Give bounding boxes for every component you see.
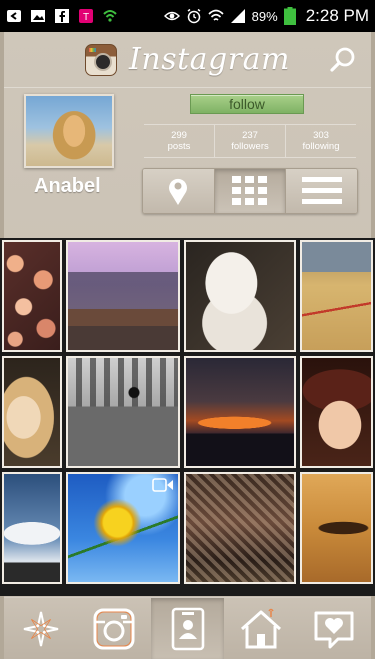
nav-explore[interactable] [4, 598, 77, 659]
photo-flowers[interactable] [2, 240, 62, 352]
gallery-icon [31, 10, 45, 22]
photo-gym-court[interactable] [300, 240, 373, 352]
stat-value: 299 [171, 130, 187, 141]
avatar[interactable] [24, 94, 114, 168]
nav-activity[interactable] [298, 598, 371, 659]
stat-posts[interactable]: 299 posts [144, 125, 215, 157]
grid-icon [232, 176, 267, 205]
app-header: Instagram [4, 32, 371, 88]
nav-home[interactable] [224, 598, 297, 659]
tmobile-icon: T [79, 9, 93, 23]
profile-stats: 299 posts 237 followers 303 following [144, 124, 356, 158]
clock: 2:28 PM [305, 6, 369, 25]
svg-text:T: T [83, 12, 89, 23]
camera-icon [93, 608, 135, 649]
back-notification-icon [7, 10, 21, 22]
wifi-icon [208, 9, 224, 21]
photo-grid [0, 238, 375, 596]
eye-icon [163, 11, 180, 21]
facebook-icon [55, 9, 69, 23]
profile-card-icon [171, 607, 204, 650]
view-toggle [142, 168, 358, 214]
stat-label: followers [231, 141, 269, 152]
photo-boots[interactable] [184, 472, 296, 584]
photo-city-locks[interactable] [66, 240, 180, 352]
list-view-button[interactable] [286, 169, 357, 213]
battery-icon [283, 7, 296, 25]
star-icon [23, 611, 58, 646]
wifi-shield-icon [103, 10, 117, 22]
nav-camera[interactable] [77, 598, 150, 659]
bottom-nav [4, 597, 371, 659]
search-icon[interactable] [329, 46, 357, 74]
map-view-button[interactable] [143, 169, 215, 213]
stat-followers[interactable]: 237 followers [215, 125, 286, 157]
video-icon [152, 478, 173, 492]
photo-white-dog[interactable] [184, 240, 296, 352]
follow-button[interactable]: follow [190, 94, 304, 114]
status-bar: T 89% 2:28 PM [0, 0, 375, 32]
app-screen: Instagram Anabel follow 299 posts 237 fo… [0, 32, 375, 659]
stat-value: 237 [242, 130, 258, 141]
photo-sunset-skyline[interactable] [184, 356, 296, 468]
username: Anabel [34, 175, 101, 197]
photo-dandelion[interactable] [66, 472, 180, 584]
photo-eye-closeup[interactable] [300, 472, 373, 584]
nav-profile[interactable] [150, 598, 225, 659]
photo-cloudy-sky[interactable] [2, 472, 62, 584]
photo-spider-skyline[interactable] [66, 356, 180, 468]
map-pin-icon [169, 178, 188, 205]
stat-label: following [302, 141, 340, 152]
list-icon [301, 177, 342, 204]
app-title: Instagram [129, 42, 290, 77]
battery-percent: 89% [251, 8, 278, 24]
stat-following[interactable]: 303 following [286, 125, 356, 157]
grid-view-button[interactable] [214, 169, 287, 213]
heart-bubble-icon [314, 611, 354, 648]
photo-woman-hat[interactable] [300, 356, 373, 468]
alarm-icon [187, 8, 201, 24]
instagram-logo-icon [85, 43, 118, 76]
stat-label: posts [167, 141, 191, 152]
photo-blonde-portrait[interactable] [2, 356, 62, 468]
home-icon [240, 608, 281, 648]
signal-icon [230, 9, 245, 23]
stat-value: 303 [313, 130, 329, 141]
